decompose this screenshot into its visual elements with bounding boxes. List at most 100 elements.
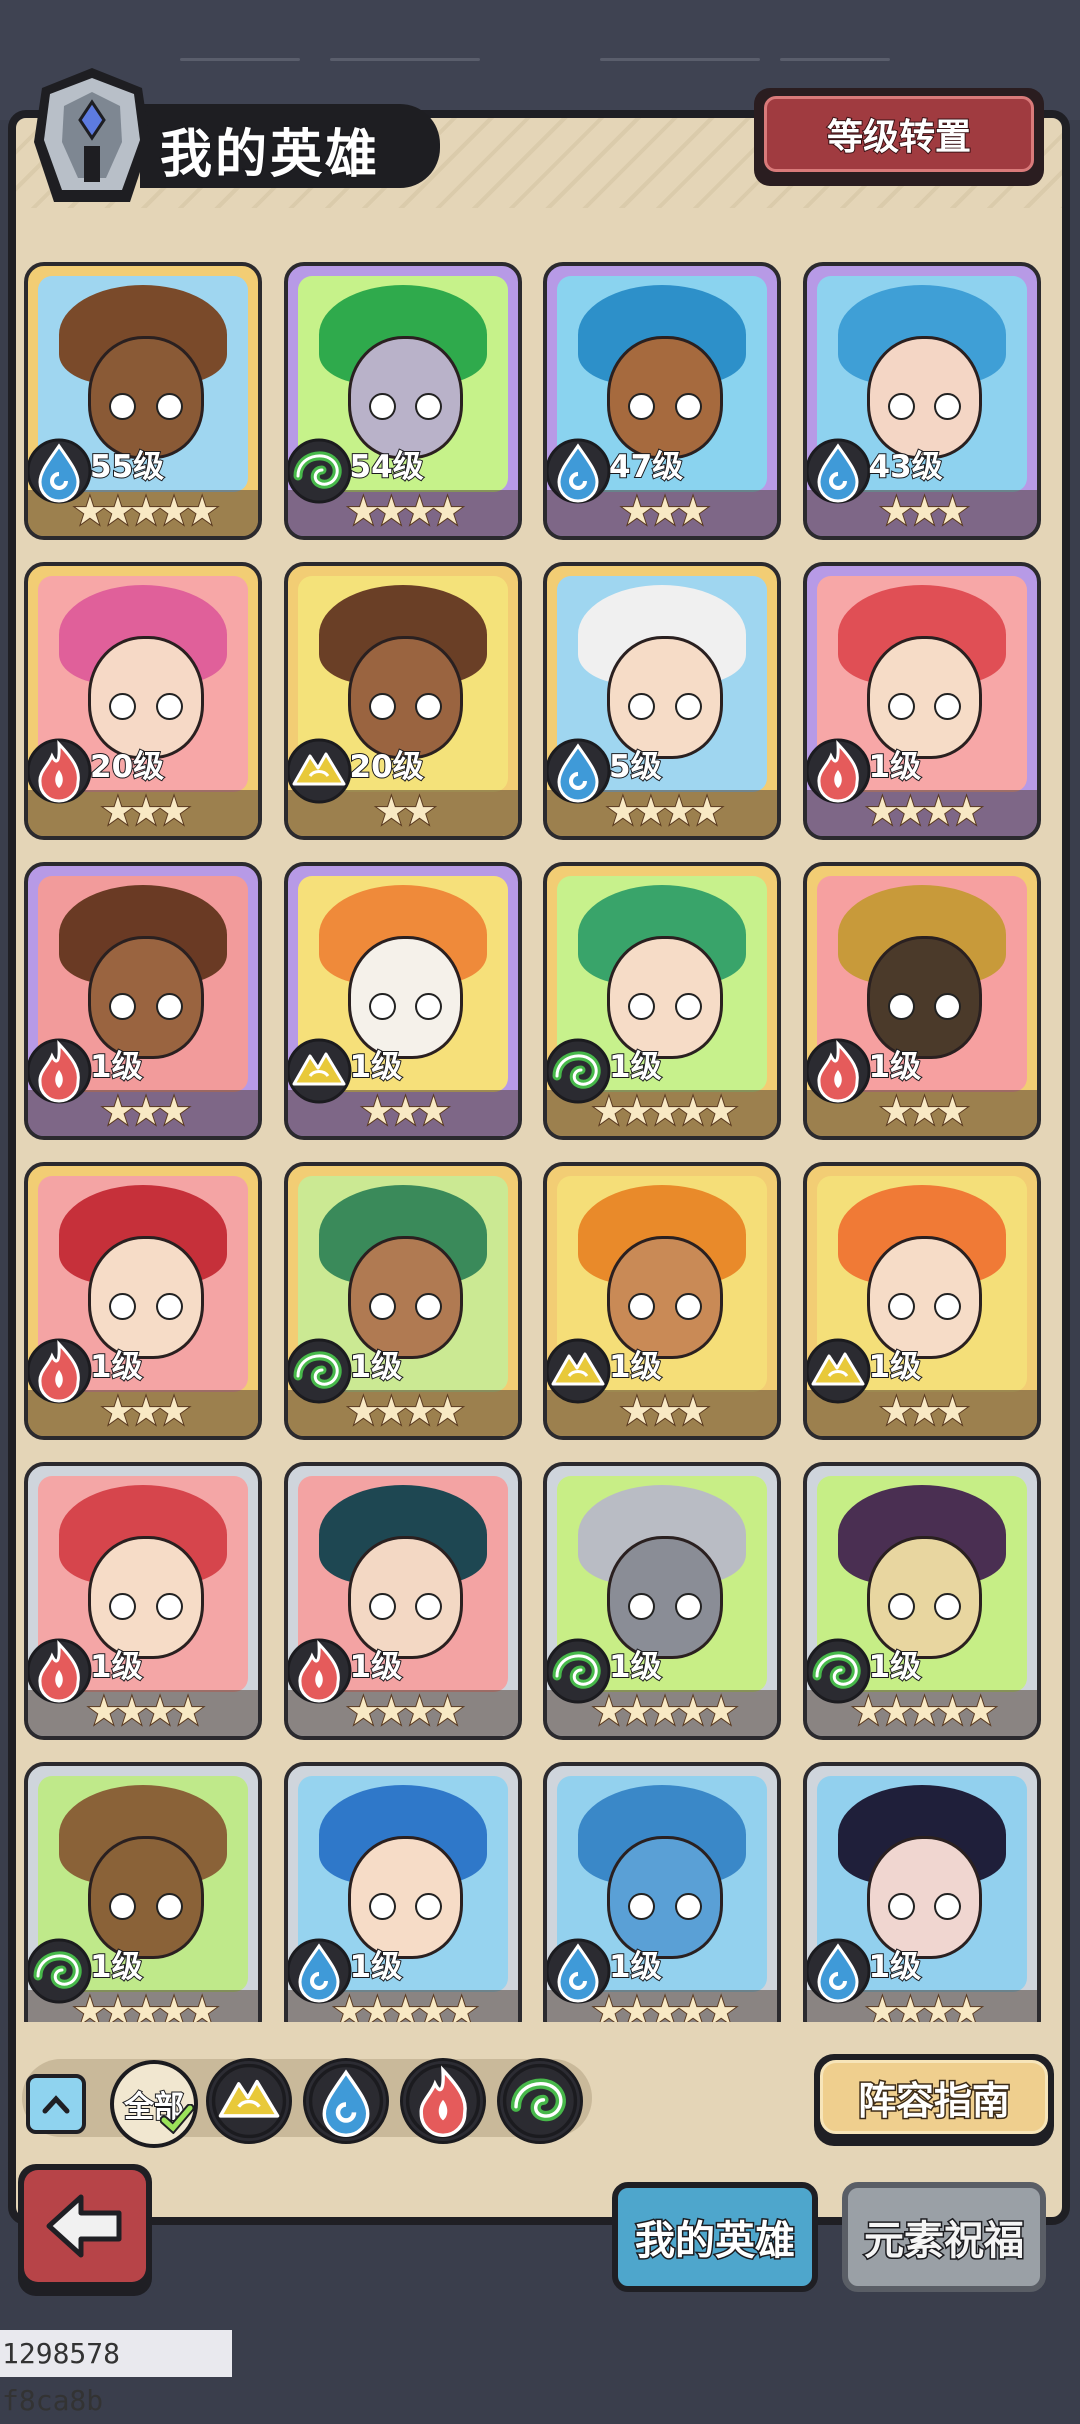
hero-card[interactable]: 1级 ★★★: [802, 862, 1041, 1140]
decor-dash: [330, 58, 480, 61]
hero-card[interactable]: 1级 ★★★★: [802, 1762, 1041, 2022]
fire-filter-button[interactable]: [400, 2058, 486, 2144]
hero-level: 1级: [868, 748, 923, 786]
hero-card[interactable]: 1级 ★★★★★: [24, 1762, 262, 2022]
hero-level: 43级: [867, 448, 943, 486]
hero-stars: ★★★: [359, 1089, 451, 1133]
hero-eye: [368, 392, 396, 421]
hero-level: 1级: [868, 1948, 923, 1986]
hero-stars: ★★: [373, 789, 437, 833]
hero-stars: ★★★★: [86, 1689, 206, 1733]
hero-eye: [155, 1292, 183, 1321]
wind-filter-button[interactable]: [497, 2058, 583, 2144]
fire-icon: [403, 2063, 483, 2145]
earth-filter-button[interactable]: [206, 2058, 292, 2144]
hero-card[interactable]: 20级 ★★: [283, 562, 522, 840]
hero-card[interactable]: 1级 ★★★★: [24, 1462, 262, 1740]
back-arrow-icon: [46, 2194, 122, 2258]
hero-stars: ★★★★★: [591, 1089, 739, 1133]
hero-card[interactable]: 47级 ★★★: [543, 262, 781, 540]
hero-stars: ★★★★★: [72, 489, 220, 533]
hero-card[interactable]: 1级 ★★★★★: [543, 862, 781, 1140]
hero-eye: [155, 392, 183, 421]
hero-level: 1级: [89, 1948, 144, 1986]
hero-card[interactable]: 43级 ★★★: [802, 262, 1041, 540]
hero-card[interactable]: 1级 ★★★: [24, 1162, 262, 1440]
hero-eye: [155, 1892, 183, 1921]
hero-level: 47级: [608, 448, 684, 486]
hero-level: 1级: [868, 1348, 923, 1386]
water-icon: [306, 2063, 386, 2145]
hero-eye: [368, 992, 396, 1021]
hero-eye: [674, 392, 702, 421]
hero-stars: ★★★★: [345, 489, 465, 533]
hero-level: 1级: [608, 1348, 663, 1386]
decor-dash: [780, 58, 890, 61]
hero-eye: [887, 1292, 915, 1321]
hero-card[interactable]: 1级 ★★★★: [802, 562, 1041, 840]
hero-level: 1级: [89, 1648, 144, 1686]
hero-card[interactable]: 1级 ★★★★: [283, 1462, 522, 1740]
hero-card[interactable]: 1级 ★★★★★: [802, 1462, 1041, 1740]
hero-level: 54级: [348, 448, 424, 486]
tab-my-heroes[interactable]: 我的英雄: [612, 2182, 818, 2292]
lineup-guide-button[interactable]: 阵容指南: [814, 2054, 1054, 2146]
earth-icon: [209, 2063, 289, 2145]
hero-level: 1级: [349, 1048, 404, 1086]
hero-level: 1级: [89, 1048, 144, 1086]
hero-eye: [887, 992, 915, 1021]
hero-level: 1级: [608, 1948, 663, 1986]
hero-eye: [674, 1592, 702, 1621]
filter-all-button[interactable]: 全部: [110, 2060, 198, 2148]
hero-eye: [674, 992, 702, 1021]
back-button[interactable]: [18, 2164, 152, 2296]
hero-level: 1级: [349, 1648, 404, 1686]
hero-level: 20级: [348, 748, 424, 786]
hero-stars: ★★★★: [345, 1689, 465, 1733]
hero-card[interactable]: 1级 ★★★: [24, 862, 262, 1140]
hero-card[interactable]: 1级 ★★★: [283, 862, 522, 1140]
hero-card[interactable]: 1级 ★★★★: [283, 1162, 522, 1440]
hero-eye: [368, 692, 396, 721]
hero-eye: [674, 1292, 702, 1321]
level-transfer-label: 等级转置: [764, 96, 1034, 172]
hero-level: 1级: [868, 1048, 923, 1086]
hero-eye: [887, 1592, 915, 1621]
hero-card[interactable]: 1级 ★★★: [802, 1162, 1041, 1440]
hero-card[interactable]: 55级 ★★★★★: [24, 262, 262, 540]
hero-level: 1级: [349, 1348, 404, 1386]
hero-eye: [155, 692, 183, 721]
decor-dash: [600, 58, 760, 61]
hero-card[interactable]: 1级 ★★★★★: [283, 1762, 522, 2022]
hero-stars: ★★★: [878, 489, 970, 533]
hero-card[interactable]: 20级 ★★★: [24, 562, 262, 840]
collapse-filter-button[interactable]: [26, 2074, 86, 2134]
hero-level: 1级: [89, 1348, 144, 1386]
hero-eye: [155, 1592, 183, 1621]
hero-eye: [368, 1292, 396, 1321]
hero-card[interactable]: 54级 ★★★★: [283, 262, 522, 540]
hero-card[interactable]: 1级 ★★★: [543, 1162, 781, 1440]
hero-grid[interactable]: 55级 ★★★★★ 54级 ★★★★ 47级 ★★★ 43级 ★★★ 20级 ★★★ 20级 ★★ 5级…: [24, 262, 1054, 2022]
hero-stars: ★★★★: [864, 1989, 984, 2022]
wind-icon: [500, 2063, 580, 2145]
tab-element-blessing[interactable]: 元素祝福: [842, 2182, 1046, 2292]
hero-stars: ★★★: [878, 1389, 970, 1433]
hero-stars: ★★★★★: [591, 1689, 739, 1733]
level-transfer-button[interactable]: 等级转置: [754, 88, 1044, 186]
hero-stars: ★★★: [100, 1389, 192, 1433]
chevron-up-icon: [42, 2095, 70, 2114]
water-filter-button[interactable]: [303, 2058, 389, 2144]
page-title: 我的英雄: [158, 124, 381, 187]
hero-card[interactable]: 5级 ★★★★: [543, 562, 781, 840]
hero-stars: ★★★★: [605, 789, 725, 833]
lineup-guide-label: 阵容指南: [820, 2060, 1048, 2134]
decor-dash: [180, 58, 300, 61]
hero-stars: ★★★: [100, 789, 192, 833]
hero-card[interactable]: 1级 ★★★★★: [543, 1762, 781, 2022]
hero-stars: ★★★★: [345, 1389, 465, 1433]
build-id: 1298578 f8ca8b: [0, 2330, 232, 2417]
hero-stars: ★★★: [100, 1089, 192, 1133]
hero-level: 1级: [608, 1048, 663, 1086]
hero-card[interactable]: 1级 ★★★★★: [543, 1462, 781, 1740]
